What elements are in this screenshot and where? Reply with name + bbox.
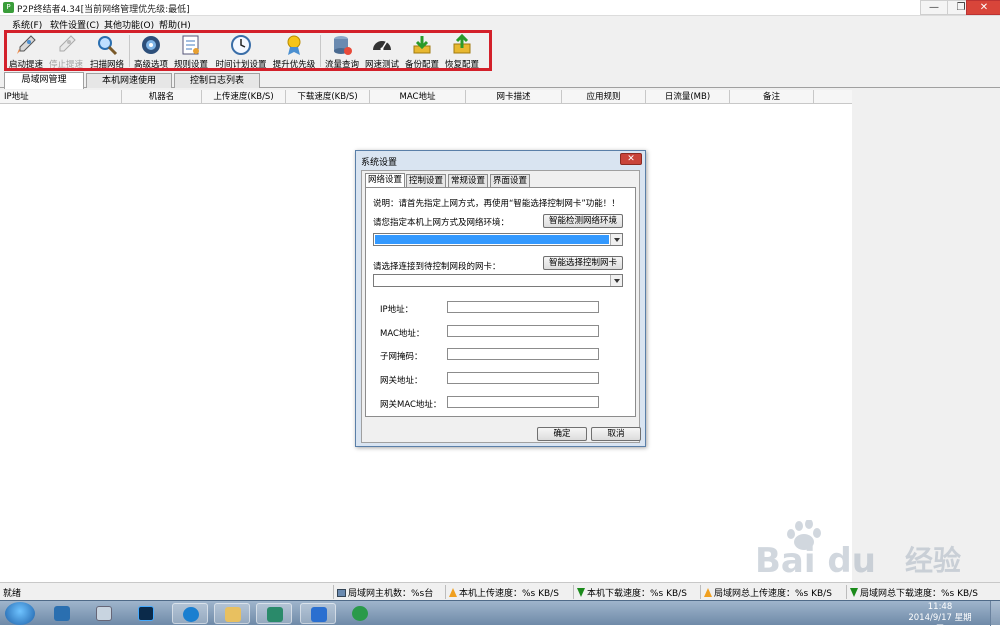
chevron-down-icon[interactable] [610, 234, 622, 245]
arrow-down-icon [850, 588, 858, 597]
status-local-upload: 本机上传速度：%s KB/S [449, 586, 559, 599]
highlight-frame [4, 30, 492, 71]
mac-field[interactable] [447, 325, 599, 337]
tab-interface-settings[interactable]: 界面设置 [490, 174, 530, 187]
cancel-button[interactable]: 取消 [591, 427, 641, 441]
tab-control-log[interactable]: 控制日志列表 [174, 73, 260, 88]
file-manager-icon [225, 607, 241, 622]
dialog-note: 说明：请首先指定上网方式，再使用“智能选择控制网卡”功能！！ [373, 199, 620, 209]
dialog-title: 系统设置 [361, 158, 398, 168]
main-tabs: 局域网管理 本机网速使用 控制日志列表 [0, 72, 1000, 89]
clock-date: 2014/9/17 星期三 [908, 613, 972, 634]
dialog-body: 网络设置 控制设置 常规设置 界面设置 说明：请首先指定上网方式，再使用“智能选… [361, 170, 641, 443]
gateway-mac-label: 网关MAC地址： [380, 400, 442, 410]
status-separator [846, 585, 847, 599]
nic-select[interactable] [373, 274, 623, 287]
start-button[interactable] [5, 602, 35, 625]
status-ready: 就绪 [3, 589, 22, 599]
status-separator [700, 585, 701, 599]
window-title: P2P终结者4.34[当前网络管理优先级:最低] [17, 5, 190, 15]
empty-area [852, 104, 1000, 582]
clock-time: 11:48 [927, 602, 953, 612]
arrow-up-icon [704, 588, 712, 597]
title-bar: P P2P终结者4.34[当前网络管理优先级:最低] — ❐ ✕ [0, 0, 1000, 16]
svg-text:经验: 经验 [905, 544, 961, 577]
mac-label: MAC地址： [380, 329, 425, 339]
status-bar: 就绪 局域网主机数：%s台 本机上传速度：%s KB/S 本机下载速度：%s K… [0, 582, 1000, 600]
tab-general-settings[interactable]: 常规设置 [448, 174, 488, 187]
sogou-icon [183, 607, 199, 622]
monitor-icon [337, 589, 346, 597]
status-local-download: 本机下载速度：%s KB/S [577, 586, 687, 599]
gateway-field[interactable] [447, 372, 599, 384]
taskbar-app-files[interactable] [214, 603, 250, 624]
status-separator [333, 585, 334, 599]
host-table-header: IP地址 机器名 上传速度(KB/S) 下载速度(KB/S) MAC地址 网卡描… [0, 90, 852, 104]
folder-icon [54, 606, 70, 621]
column-daily-traffic[interactable]: 日流量(MB) [646, 90, 730, 104]
column-remark[interactable]: 备注 [730, 90, 814, 104]
column-ip[interactable]: IP地址 [0, 90, 122, 104]
chevron-down-icon[interactable] [610, 275, 622, 286]
main-window: P P2P终结者4.34[当前网络管理优先级:最低] — ❐ ✕ 系统(F) 软… [0, 0, 1000, 600]
status-lan-download: 局域网总下载速度：%s KB/S [850, 586, 996, 599]
taskbar-clock[interactable]: 11:48 2014/9/17 星期三 [905, 602, 975, 635]
arrow-up-icon [449, 588, 457, 597]
status-separator [573, 585, 574, 599]
show-desktop-button[interactable] [990, 601, 1000, 626]
tray-icons[interactable] [760, 605, 880, 619]
taskbar-app-game[interactable] [256, 603, 292, 624]
status-lan-upload: 局域网总上传速度：%s KB/S [704, 586, 832, 599]
nic-label: 请选择连接到待控制网段的网卡： [373, 262, 501, 272]
tab-local-speed[interactable]: 本机网速使用 [86, 73, 172, 88]
p2p-icon [311, 607, 327, 622]
subnet-mask-label: 子网掩码： [380, 352, 423, 362]
ok-button[interactable]: 确定 [537, 427, 587, 441]
detect-network-button[interactable]: 智能检测网络环境 [543, 214, 623, 228]
arrow-down-icon [577, 588, 585, 597]
selected-highlight [375, 235, 609, 244]
tab-lan-management[interactable]: 局域网管理 [4, 72, 84, 89]
status-host-count: 局域网主机数：%s台 [337, 586, 433, 599]
status-separator [445, 585, 446, 599]
column-nic-description[interactable]: 网卡描述 [466, 90, 562, 104]
gateway-label: 网关地址： [380, 376, 423, 386]
dialog-close-button[interactable]: ✕ [620, 153, 642, 165]
gateway-mac-field[interactable] [447, 396, 599, 408]
game-icon [267, 607, 283, 622]
tab-control-settings[interactable]: 控制设置 [406, 174, 446, 187]
column-download-speed[interactable]: 下载速度(KB/S) [286, 90, 370, 104]
system-settings-dialog: 系统设置 ✕ 网络设置 控制设置 常规设置 界面设置 说明：请首先指定上网方式，… [355, 150, 646, 447]
taskbar-app-calculator[interactable] [86, 603, 122, 624]
taskbar-app-p2p[interactable] [300, 603, 336, 624]
column-rule[interactable]: 应用规则 [562, 90, 646, 104]
taskbar-app-explorer[interactable] [44, 603, 80, 624]
calculator-icon [96, 606, 112, 621]
taskbar-app-sogou[interactable] [172, 603, 208, 624]
taskbar-app-green[interactable] [342, 603, 378, 624]
menu-bar: 系统(F) 软件设置(C) 其他功能(O) 帮助(H) [0, 16, 1000, 31]
network-settings-panel: 说明：请首先指定上网方式，再使用“智能选择控制网卡”功能！！ 请您指定本机上网方… [365, 187, 636, 417]
column-mac[interactable]: MAC地址 [370, 90, 466, 104]
network-mode-select[interactable] [373, 233, 623, 246]
column-upload-speed[interactable]: 上传速度(KB/S) [202, 90, 286, 104]
subnet-mask-field[interactable] [447, 348, 599, 360]
taskbar: 11:48 2014/9/17 星期三 [0, 600, 1000, 634]
photoshop-icon [138, 606, 154, 621]
green-app-icon [352, 606, 368, 621]
app-icon: P [3, 2, 14, 13]
close-button[interactable]: ✕ [966, 0, 1000, 15]
column-machine-name[interactable]: 机器名 [122, 90, 202, 104]
tab-network-settings[interactable]: 网络设置 [365, 173, 405, 188]
baidu-watermark-logo: Bai du 经验 [755, 520, 961, 580]
select-nic-button[interactable]: 智能选择控制网卡 [543, 256, 623, 270]
taskbar-app-photoshop[interactable] [128, 603, 164, 624]
svg-text:Bai du: Bai du [755, 541, 876, 580]
network-mode-label: 请您指定本机上网方式及网络环境： [373, 218, 510, 228]
minimize-button[interactable]: — [920, 0, 948, 15]
ip-label: IP地址： [380, 305, 414, 315]
system-tray[interactable] [760, 605, 880, 621]
ip-field[interactable] [447, 301, 599, 313]
